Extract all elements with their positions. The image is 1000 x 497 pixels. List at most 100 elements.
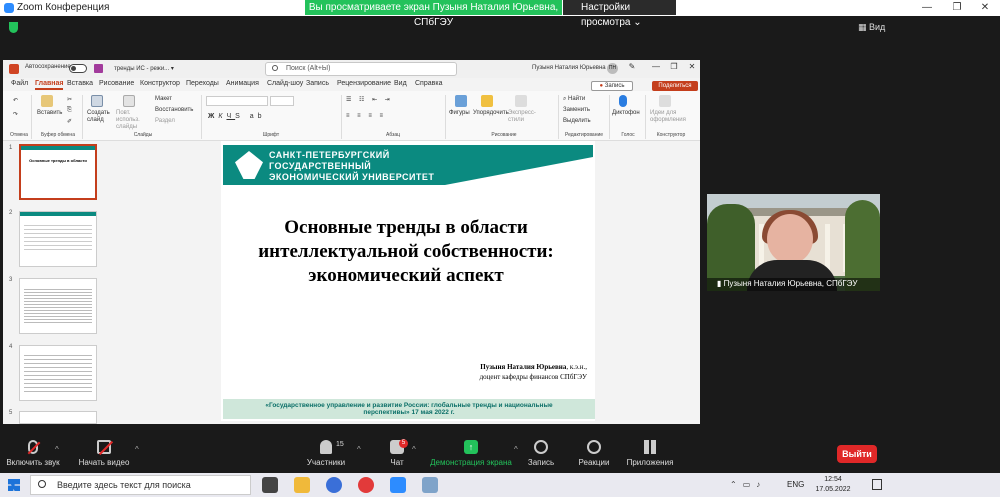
divider	[82, 95, 83, 139]
font-style-buttons[interactable]: ЖКЧS ab	[208, 113, 266, 120]
slide-thumbnail[interactable]	[19, 411, 97, 424]
file-explorer-icon[interactable]	[294, 477, 310, 493]
chevron-up-icon[interactable]: ^	[135, 445, 139, 454]
share-screen-label: Демонстрация экрана	[430, 458, 512, 467]
author-role: доцент кафедры финансов СПбГЭУ	[479, 373, 587, 381]
document-name[interactable]: тренды ИС - режи... ▾	[114, 65, 174, 72]
designer-button[interactable]: Идеи для оформления	[650, 110, 692, 124]
slide-thumbnail[interactable]	[19, 278, 97, 334]
pen-icon[interactable]: ✎	[625, 62, 639, 71]
paste-icon[interactable]	[41, 95, 53, 107]
task-view-icon[interactable]	[262, 477, 278, 493]
tab-record[interactable]: Запись	[306, 80, 329, 87]
reset-button[interactable]: Восстановить	[155, 107, 193, 113]
slide-number: 3	[9, 277, 13, 283]
taskbar-search-input[interactable]: Введите здесь текст для поиска	[30, 475, 251, 495]
webcam-video[interactable]: ▮ Пузыня Наталия Юрьевна, СПбГЭУ	[707, 194, 880, 291]
reuse-slides-icon[interactable]	[123, 95, 135, 107]
arrange-button[interactable]: Упорядочить	[473, 110, 509, 116]
share-button[interactable]: Поделиться	[652, 81, 698, 91]
notifications-icon[interactable]	[872, 479, 882, 490]
tab-help[interactable]: Справка	[415, 80, 442, 87]
chevron-up-icon[interactable]: ^	[412, 445, 416, 454]
tab-review[interactable]: Рецензирование	[337, 80, 391, 87]
cut-icon[interactable]: ✂	[67, 96, 72, 103]
copy-icon[interactable]: ⎘	[67, 107, 72, 114]
find-label: Найти	[568, 96, 586, 102]
record-meeting-button[interactable]: Запись	[525, 440, 557, 467]
tab-insert[interactable]: Вставка	[67, 80, 93, 87]
dictate-button[interactable]: Диктофон	[612, 110, 640, 116]
slide-thumbnail[interactable]: Основные тренды в области	[19, 144, 97, 200]
chevron-up-icon[interactable]: ^	[55, 445, 59, 454]
ppt-search-input[interactable]: Поиск (Alt+Ы)	[265, 62, 457, 76]
yandex-browser-icon[interactable]	[358, 477, 374, 493]
reactions-button[interactable]: Реакции	[576, 440, 612, 467]
chevron-up-icon[interactable]: ^	[357, 445, 361, 454]
paste-button[interactable]: Вставить	[37, 110, 62, 116]
reuse-slides-button[interactable]: Повт. использ. слайды	[116, 110, 152, 131]
font-size-select[interactable]	[270, 96, 294, 106]
chrome-icon[interactable]	[326, 477, 342, 493]
tab-home[interactable]: Главная	[35, 80, 64, 90]
select-button[interactable]: Выделить	[563, 118, 591, 124]
view-options-button[interactable]: Настройки просмотра ⌄	[563, 0, 676, 28]
minimize-icon[interactable]: —	[649, 62, 663, 71]
security-shield-icon[interactable]	[9, 22, 18, 33]
clock[interactable]: 12:54 17.05.2022	[808, 475, 858, 495]
tab-design[interactable]: Конструктор	[140, 80, 180, 87]
tab-file[interactable]: Файл	[11, 80, 28, 87]
undo-icon[interactable]: ↶	[13, 97, 18, 104]
start-video-button[interactable]: Начать видео	[76, 440, 132, 467]
share-screen-button[interactable]: ↑ Демонстрация экрана	[430, 440, 512, 467]
group-label-clipboard: Буфер обмена	[41, 132, 75, 138]
tab-animations[interactable]: Анимация	[226, 80, 259, 87]
shapes-icon[interactable]	[455, 95, 467, 107]
chevron-up-icon[interactable]: ^	[514, 445, 518, 454]
restore-icon[interactable]: ❐	[667, 62, 681, 71]
paragraph-list-buttons[interactable]: ☰ ☷ ⇤ ⇥	[346, 96, 393, 103]
tab-view[interactable]: Вид	[394, 80, 407, 87]
redo-icon[interactable]: ↷	[13, 111, 18, 118]
avatar[interactable]: ПН	[607, 63, 618, 74]
group-label-voice: Голос	[621, 132, 635, 138]
minimize-icon[interactable]: —	[912, 0, 942, 16]
tab-transitions[interactable]: Переходы	[186, 80, 219, 87]
slide-thumbnail[interactable]	[19, 211, 97, 267]
close-icon[interactable]: ✕	[970, 0, 1000, 16]
replace-button[interactable]: Заменить	[563, 107, 590, 113]
zoom-app-icon[interactable]	[390, 477, 406, 493]
paragraph-align-buttons[interactable]: ≡ ≡ ≡ ≡	[346, 113, 386, 119]
format-painter-icon[interactable]: ✐	[67, 118, 72, 125]
language-indicator[interactable]: ENG	[787, 480, 804, 489]
system-tray-icons[interactable]: ⌃▭♪	[730, 480, 766, 489]
layout-button[interactable]: Макет	[155, 96, 172, 102]
app-icon[interactable]	[422, 477, 438, 493]
windows-start-icon[interactable]	[8, 479, 20, 491]
leave-button[interactable]: Выйти	[837, 445, 877, 463]
designer-icon[interactable]	[659, 95, 671, 107]
arrange-icon[interactable]	[481, 95, 493, 107]
record-button[interactable]: ● Запись	[591, 81, 633, 91]
find-button[interactable]: ⌕ Найти	[563, 96, 585, 103]
quick-styles-button[interactable]: Экспресс-стили	[508, 110, 538, 124]
tab-slideshow[interactable]: Слайд-шоу	[267, 80, 303, 87]
microphone-icon[interactable]	[619, 95, 627, 107]
slide-thumbnail[interactable]	[19, 345, 97, 401]
shapes-button[interactable]: Фигуры	[449, 110, 470, 116]
save-icon[interactable]	[94, 64, 103, 73]
new-slide-button[interactable]: Создать слайд	[87, 110, 115, 124]
unmute-button[interactable]: Включить звук	[4, 440, 62, 467]
microphone-muted-icon	[27, 440, 41, 455]
view-button[interactable]: ▦ Вид	[858, 22, 885, 33]
font-family-select[interactable]	[206, 96, 268, 106]
apps-button[interactable]: Приложения	[624, 440, 676, 467]
restore-icon[interactable]: ❐	[942, 0, 972, 16]
autosave-toggle[interactable]	[69, 64, 87, 73]
close-icon[interactable]: ✕	[685, 62, 699, 71]
new-slide-icon[interactable]	[91, 95, 103, 107]
search-icon	[38, 480, 46, 488]
quick-styles-icon[interactable]	[515, 95, 527, 107]
section-button[interactable]: Раздел	[155, 118, 175, 124]
tab-draw[interactable]: Рисование	[99, 80, 134, 87]
